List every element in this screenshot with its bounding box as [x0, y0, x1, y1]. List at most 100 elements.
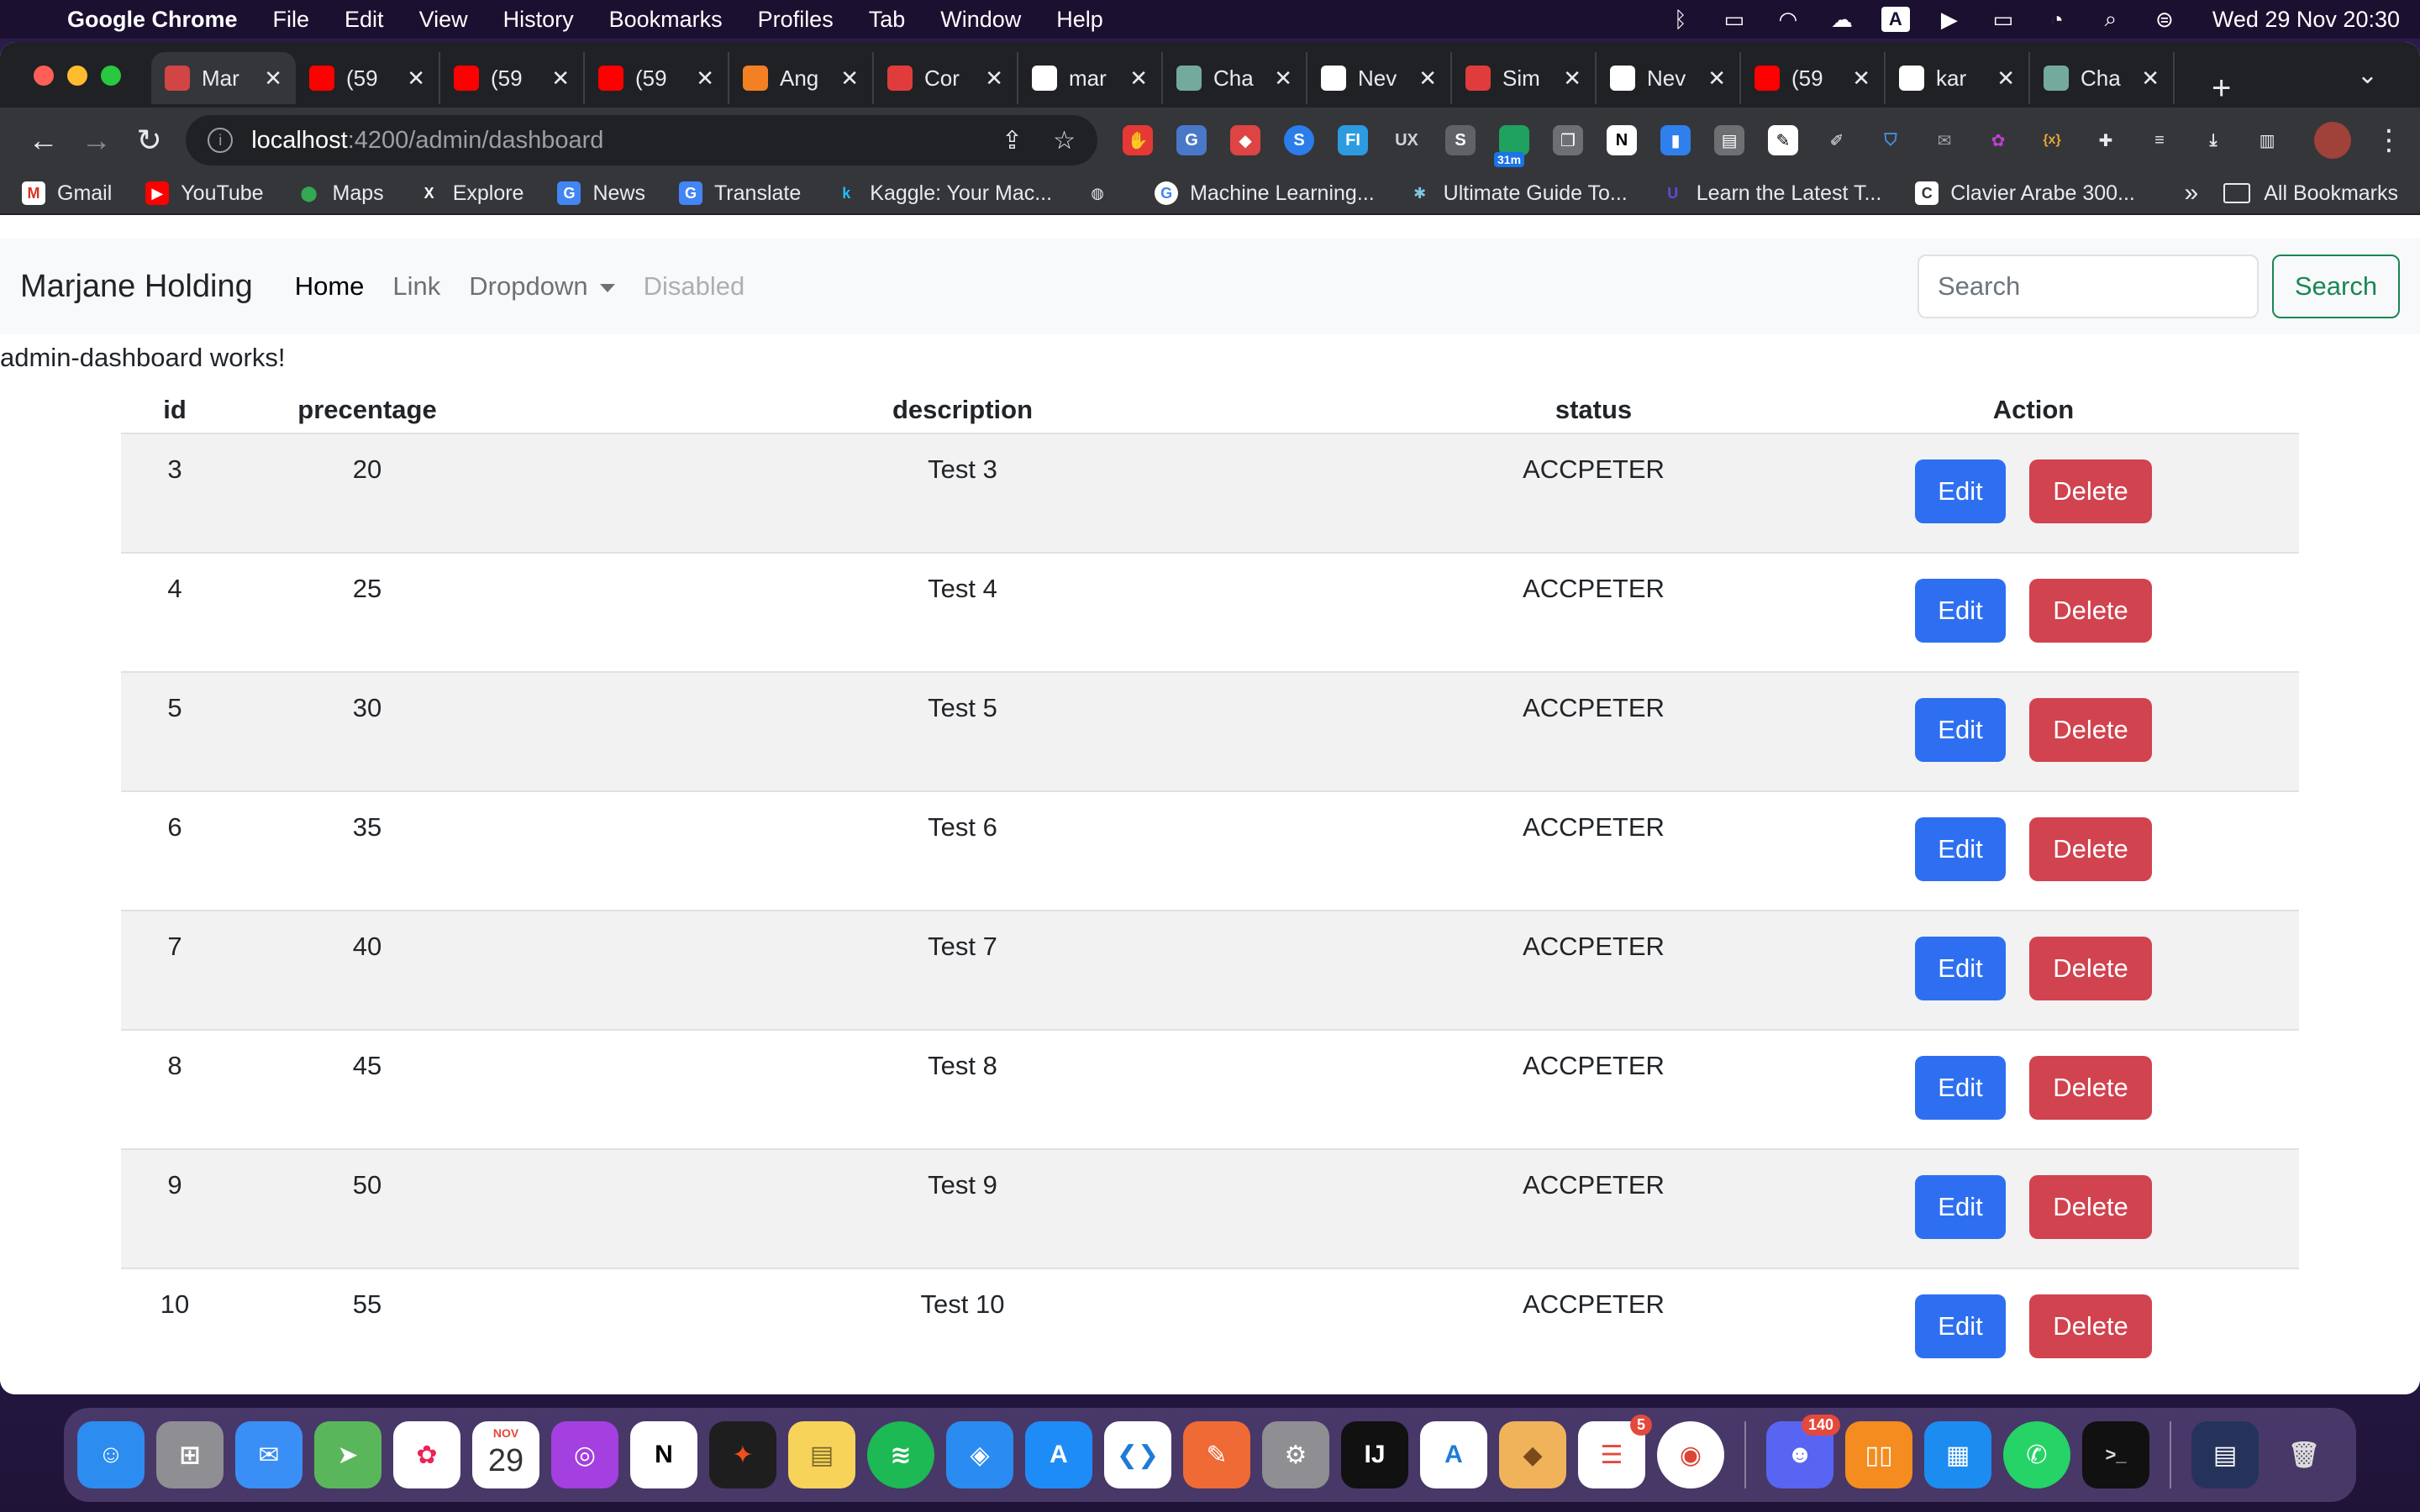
tab-close-icon[interactable]: ✕ [407, 66, 425, 92]
bookmark-youtube[interactable]: ▶ YouTube [145, 181, 264, 206]
bookmark-globe[interactable]: ◍ [1086, 181, 1121, 205]
extension-s-icon[interactable]: S [1445, 125, 1476, 155]
tab-close-icon[interactable]: ✕ [1852, 66, 1870, 92]
extension-shield-icon[interactable]: ◆ [1230, 125, 1261, 155]
chrome-menu-icon[interactable]: ⋮ [2375, 123, 2403, 157]
edit-button[interactable]: Edit [1915, 817, 2006, 881]
extension-mail-icon[interactable]: ✉ [1929, 125, 1960, 155]
tab-close-icon[interactable]: ✕ [696, 66, 714, 92]
bluetooth-icon[interactable]: ᛒ [1666, 7, 1695, 32]
control-center-icon[interactable]: ⊜ [2150, 7, 2179, 32]
delete-button[interactable]: Delete [2029, 817, 2152, 881]
edit-button[interactable]: Edit [1915, 937, 2006, 1000]
nav-link[interactable]: Link [392, 271, 440, 302]
extension-shazam-icon[interactable]: S [1284, 125, 1315, 155]
tab-close-icon[interactable]: ✕ [1418, 66, 1437, 92]
edit-button[interactable]: Edit [1915, 579, 2006, 643]
discord-icon[interactable]: ☻ 140 [1766, 1415, 1840, 1488]
tab-close-icon[interactable]: ✕ [1707, 66, 1726, 92]
app-store-icon[interactable]: A [1025, 1421, 1092, 1488]
docker-icon[interactable]: ▦ [1924, 1421, 1991, 1488]
tab-close-icon[interactable]: ✕ [840, 66, 859, 92]
browser-tab[interactable]: mar ✕ [1018, 52, 1163, 104]
notion-icon[interactable]: N [630, 1421, 697, 1488]
browser-tab[interactable]: (59 ✕ [1741, 52, 1886, 104]
books-icon[interactable]: ▯▯ [1845, 1421, 1912, 1488]
menu-view[interactable]: View [419, 7, 468, 33]
bookmark-learn-latest[interactable]: U Learn the Latest T... [1661, 181, 1881, 206]
tab-close-icon[interactable]: ✕ [1996, 66, 2015, 92]
delete-button[interactable]: Delete [2029, 698, 2152, 762]
input-source-icon[interactable]: A [1881, 7, 1910, 32]
zoom-window-button[interactable] [101, 66, 121, 86]
edit-button[interactable]: Edit [1915, 1056, 2006, 1120]
share-icon[interactable]: ⇪ [1002, 126, 1023, 155]
bookmark-maps[interactable]: ⬤ Maps [297, 181, 383, 206]
menu-profiles[interactable]: Profiles [758, 7, 834, 33]
extension-page-icon[interactable]: ▤ [1714, 125, 1745, 155]
tab-close-icon[interactable]: ✕ [985, 66, 1003, 92]
battery-icon[interactable]: ▭ [1989, 7, 2018, 32]
menu-history[interactable]: History [503, 7, 574, 33]
extension-notion-icon[interactable]: N [1607, 125, 1638, 155]
bookmark-translate[interactable]: G Translate [678, 181, 801, 206]
chrome-icon[interactable]: ◉ [1657, 1421, 1724, 1488]
edit-button[interactable]: Edit [1915, 698, 2006, 762]
finder-icon[interactable]: ☺ [77, 1421, 145, 1488]
menu-help[interactable]: Help [1056, 7, 1103, 33]
minimize-window-button[interactable] [67, 66, 87, 86]
bookmarks-overflow-icon[interactable]: » [2185, 179, 2199, 207]
extension-ux-icon[interactable]: UX [1392, 125, 1422, 155]
postman-icon[interactable]: ✎ [1183, 1421, 1250, 1488]
extension-palette-icon[interactable]: ✿ [1983, 125, 2013, 155]
bookmark-gmail[interactable]: M Gmail [22, 181, 112, 206]
menu-tab[interactable]: Tab [869, 7, 906, 33]
browser-tab[interactable]: Ang ✕ [729, 52, 874, 104]
browser-tab[interactable]: Nev ✕ [1307, 52, 1452, 104]
search-button[interactable]: Search [2272, 255, 2400, 318]
photos-icon[interactable]: ✿ [393, 1421, 460, 1488]
close-window-button[interactable] [34, 66, 54, 86]
extension-bitwarden-icon[interactable]: ⛉ [1876, 125, 1906, 155]
browser-tab[interactable]: Cha ✕ [2030, 52, 2175, 104]
whatsapp-icon[interactable]: ✆ [2003, 1421, 2070, 1488]
site-info-icon[interactable]: i [208, 128, 234, 153]
browser-tab[interactable]: (59 ✕ [585, 52, 729, 104]
delete-button[interactable]: Delete [2029, 937, 2152, 1000]
tab-close-icon[interactable]: ✕ [1129, 66, 1148, 92]
system-settings-icon[interactable]: ⚙ [1262, 1421, 1329, 1488]
extension-timer-icon[interactable]: 31m [1494, 125, 1530, 167]
navbar-brand[interactable]: Marjane Holding [20, 269, 253, 305]
nav-home-link[interactable]: Home [295, 271, 365, 302]
wifi-icon[interactable]: ◔ [2043, 7, 2071, 32]
reading-list-icon[interactable]: ≡ [2144, 125, 2175, 155]
extension-copy-icon[interactable]: ❐ [1553, 125, 1584, 155]
reminders-icon[interactable]: ☰ 5 [1578, 1415, 1652, 1488]
back-arrow-icon[interactable]: ← [17, 123, 70, 158]
safari-icon[interactable]: ◈ [946, 1421, 1013, 1488]
extension-stop-icon[interactable]: ✋ [1123, 125, 1154, 155]
bookmark-clavier-arabe[interactable]: C Clavier Arabe 300... [1915, 181, 2135, 206]
all-bookmarks[interactable]: All Bookmarks [2223, 181, 2398, 206]
bookmark-explore[interactable]: X Explore [418, 181, 524, 206]
extension-eyedropper-icon[interactable]: ✐ [1822, 125, 1852, 155]
delete-button[interactable]: Delete [2029, 1056, 2152, 1120]
browser-tab[interactable]: Cor ✕ [874, 52, 1018, 104]
tab-close-icon[interactable]: ✕ [1274, 66, 1292, 92]
tableplus-icon[interactable]: ◆ [1499, 1421, 1566, 1488]
spotify-icon[interactable]: ≋ [867, 1421, 934, 1488]
delete-button[interactable]: Delete [2029, 1294, 2152, 1358]
weather-icon[interactable]: ☁ [1828, 7, 1856, 32]
calendar-icon[interactable]: NOV 29 [472, 1421, 539, 1488]
vscode-icon[interactable]: ❮❯ [1104, 1421, 1171, 1488]
profile-avatar[interactable] [2314, 122, 2352, 159]
delete-button[interactable]: Delete [2029, 579, 2152, 643]
display-icon[interactable]: ▭ [1720, 7, 1749, 32]
podcasts-icon[interactable]: ◎ [551, 1421, 618, 1488]
bookmark-star-icon[interactable]: ☆ [1053, 126, 1076, 155]
spotlight-search-icon[interactable]: ⌕ [2096, 6, 2125, 32]
bookmark-machine-learning[interactable]: G Machine Learning... [1155, 181, 1375, 206]
extension-clip-icon[interactable]: ▮ [1660, 125, 1691, 155]
bookmark-ultimate-guide[interactable]: ✱ Ultimate Guide To... [1408, 181, 1628, 206]
browser-tab[interactable]: Sim ✕ [1452, 52, 1597, 104]
